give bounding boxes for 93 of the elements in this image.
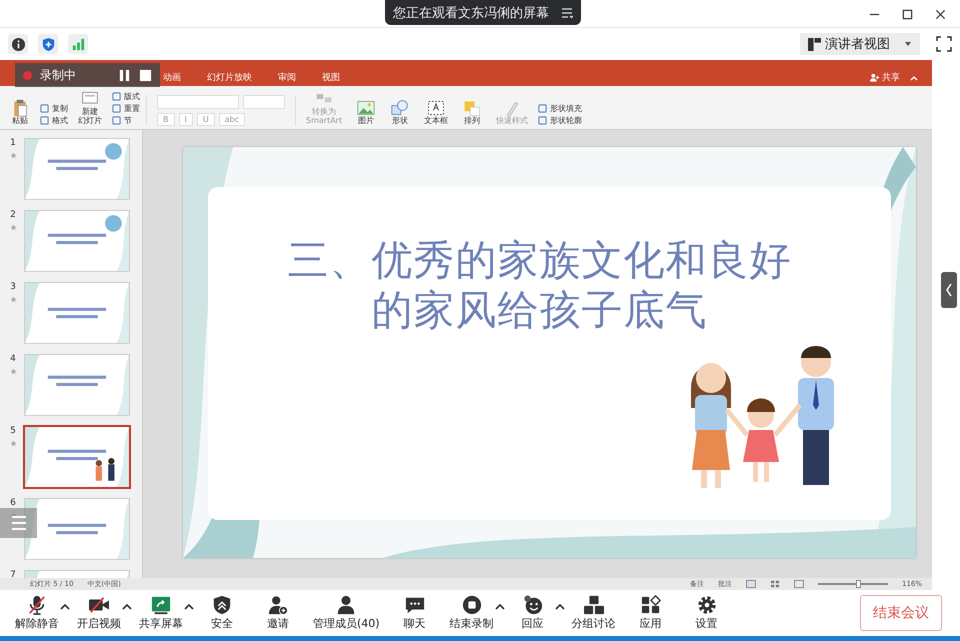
slide-number: 4 bbox=[10, 354, 16, 364]
slide-title: 三、优秀的家族文化和良好 的家风给孩子底气 bbox=[286, 235, 792, 335]
toolbar-button[interactable]: 安全 bbox=[194, 595, 250, 631]
ribbon-button[interactable]: 图片 bbox=[352, 99, 380, 126]
share-screen-icon bbox=[150, 595, 172, 615]
font-size-field[interactable] bbox=[243, 95, 285, 109]
caret-icon[interactable] bbox=[554, 603, 565, 611]
ribbon-button[interactable]: 节 bbox=[112, 115, 140, 126]
font-name-field[interactable] bbox=[157, 95, 239, 109]
image-icon bbox=[356, 99, 376, 118]
fullscreen-icon[interactable] bbox=[936, 36, 952, 52]
collapse-icon[interactable] bbox=[910, 75, 918, 81]
toolbar-button[interactable]: 应用 bbox=[622, 595, 679, 631]
layout-icon bbox=[808, 38, 821, 50]
slide-number: 6 bbox=[10, 498, 16, 508]
shield-icon[interactable] bbox=[38, 34, 58, 54]
ribbon-button[interactable]: 版式 bbox=[112, 91, 140, 102]
ribbon-button[interactable]: 新建 幻灯片 bbox=[74, 90, 106, 126]
toolbar-button[interactable]: 回应 bbox=[504, 595, 561, 631]
ribbon-tab[interactable]: 审阅 bbox=[265, 71, 309, 84]
ribbon-button[interactable]: 形状 bbox=[386, 99, 414, 126]
ribbon-button[interactable]: 形状填充 bbox=[538, 103, 582, 114]
toolbar-button[interactable]: 解除静音 bbox=[8, 595, 66, 631]
slide-number: 7 bbox=[10, 570, 16, 578]
slide-number: 2 bbox=[10, 210, 16, 220]
text-box-icon bbox=[426, 99, 446, 118]
square-icon bbox=[112, 92, 121, 101]
ribbon-button[interactable]: 文本框 bbox=[420, 99, 452, 126]
recording-dot-icon bbox=[23, 70, 32, 80]
square-icon bbox=[538, 116, 548, 125]
slide-number: 1 bbox=[10, 138, 16, 148]
star-icon bbox=[10, 224, 16, 231]
apps-icon bbox=[640, 595, 662, 615]
ribbon-button[interactable]: 粘贴 bbox=[6, 99, 34, 126]
toolbar-button[interactable]: 共享屏幕 bbox=[132, 595, 190, 631]
settings-icon bbox=[696, 595, 718, 615]
toolbar-button[interactable]: 分组讨论 bbox=[564, 595, 623, 631]
toolbar-button[interactable]: 聊天 bbox=[386, 595, 443, 631]
maximize-icon[interactable] bbox=[902, 9, 913, 20]
square-icon bbox=[40, 104, 49, 113]
square-icon bbox=[40, 116, 49, 125]
toolbar-button[interactable]: 设置 bbox=[678, 595, 735, 631]
square-icon bbox=[112, 104, 121, 113]
ribbon-button[interactable]: 排列 bbox=[458, 99, 486, 126]
slide-number: 3 bbox=[10, 282, 16, 292]
add-person-icon bbox=[267, 595, 289, 615]
add-person-icon bbox=[870, 73, 880, 82]
shapes-icon bbox=[390, 99, 410, 118]
caret-icon[interactable] bbox=[60, 603, 70, 611]
caret-icon[interactable] bbox=[184, 603, 194, 611]
recording-label: 录制中 bbox=[40, 66, 77, 84]
star-icon bbox=[10, 296, 16, 303]
zoom-slider-thumb[interactable] bbox=[856, 580, 862, 588]
collapse-panel-icon[interactable] bbox=[941, 272, 957, 308]
share-button[interactable]: 共享 bbox=[870, 71, 900, 84]
caret-icon bbox=[904, 40, 912, 48]
reading-view-icon[interactable] bbox=[794, 580, 804, 588]
ribbon-button[interactable]: 格式 bbox=[40, 115, 68, 126]
stop-icon bbox=[460, 595, 483, 615]
layers-icon bbox=[462, 99, 482, 118]
ribbon-button[interactable]: 形状轮廓 bbox=[538, 115, 582, 126]
square-icon bbox=[538, 104, 548, 113]
video-off-icon bbox=[88, 595, 110, 615]
star-icon bbox=[10, 440, 16, 447]
ribbon-button[interactable]: 重置 bbox=[112, 103, 140, 114]
end-meeting-button[interactable]: 结束会议 bbox=[860, 595, 942, 631]
caret-icon[interactable] bbox=[122, 603, 132, 611]
normal-view-icon[interactable] bbox=[746, 580, 756, 588]
toolbar-button[interactable]: 结束录制 bbox=[442, 595, 501, 631]
toolbar-button[interactable]: 管理成员(40) bbox=[306, 595, 387, 631]
slide-number: 5 bbox=[10, 426, 16, 436]
grid-view-icon[interactable] bbox=[770, 580, 780, 588]
smiley-icon bbox=[522, 595, 544, 615]
toolbar-button[interactable]: 开启视频 bbox=[70, 595, 128, 631]
caret-icon[interactable] bbox=[494, 603, 505, 611]
shield-icon bbox=[211, 595, 233, 615]
ribbon-tab[interactable]: 幻灯片放映 bbox=[194, 71, 265, 84]
squares-icon bbox=[582, 595, 605, 615]
pause-icon[interactable] bbox=[118, 68, 131, 82]
star-icon bbox=[10, 368, 16, 375]
menu-icon[interactable] bbox=[561, 6, 573, 18]
ribbon-tab[interactable]: 视图 bbox=[309, 71, 353, 84]
ribbon-button[interactable]: 复制 bbox=[40, 103, 68, 114]
close-icon[interactable] bbox=[935, 9, 946, 20]
info-icon[interactable] bbox=[8, 34, 28, 54]
square-icon bbox=[112, 116, 121, 125]
list-icon[interactable] bbox=[0, 508, 37, 538]
share-banner-text: 您正在观看文东冯俐的屏幕 bbox=[393, 4, 549, 22]
star-icon bbox=[10, 152, 16, 159]
speaker-view-button[interactable]: 演讲者视图 bbox=[800, 33, 920, 55]
chat-icon bbox=[404, 595, 426, 615]
toolbar-button[interactable]: 邀请 bbox=[250, 595, 306, 631]
stop-icon[interactable] bbox=[139, 68, 152, 82]
